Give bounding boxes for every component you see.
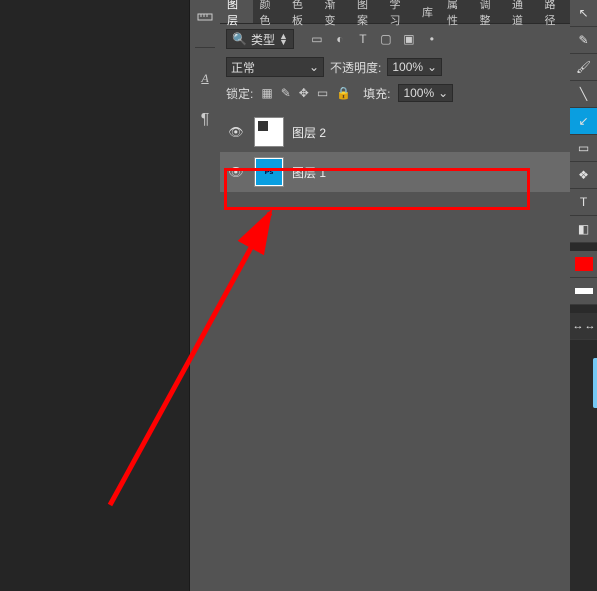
layer-row[interactable]: 👁 Ps 图层 1 <box>220 152 570 192</box>
tab-8[interactable]: 调整 <box>473 0 506 23</box>
chevron-down-icon: ⌄ <box>438 86 448 100</box>
tab-1[interactable]: 颜色 <box>253 0 286 23</box>
rect-tool[interactable]: ▭ <box>570 135 597 162</box>
lock-row: 锁定: ▦ ✎ ✥ ▭ 🔒 填充: 100% ⌄ <box>220 80 570 106</box>
pencil-tool[interactable]: ✎ <box>570 27 597 54</box>
filter-icon-3[interactable]: ▢ <box>379 32 393 46</box>
glyph-a-icon[interactable]: A <box>195 66 215 90</box>
text-tool[interactable]: T <box>570 189 597 216</box>
layer-name[interactable]: 图层 1 <box>292 164 326 181</box>
fill-label: 填充: <box>363 85 390 102</box>
visibility-eye-icon[interactable]: 👁 <box>226 122 246 142</box>
layer-thumbnail[interactable]: Ps <box>254 157 284 187</box>
lock-icons: ▦ ✎ ✥ ▭ 🔒 <box>261 86 351 100</box>
chevron-down-icon: ⌄ <box>427 60 437 74</box>
tab-5[interactable]: 学习 <box>383 0 416 23</box>
tab-0[interactable]: 图层 <box>220 0 253 23</box>
tab-10[interactable]: 路径 <box>538 0 571 23</box>
layers-panel: 图层颜色色板渐变图案学习库属性调整通道路径 🔍 类型 ▲▼ ▭ ◐ T ▢ ▣ • 正常 … <box>220 0 570 591</box>
lock-icon-1[interactable]: ✎ <box>281 86 291 100</box>
brush-tool[interactable]: 🖌 <box>570 54 597 81</box>
blend-row: 正常 ⌄ 不透明度: 100% ⌄ <box>220 54 570 80</box>
filter-icon-1[interactable]: ◐ <box>333 32 347 46</box>
tab-4[interactable]: 图案 <box>350 0 383 23</box>
visibility-eye-icon[interactable]: 👁 <box>226 162 246 182</box>
fg-color-swatch[interactable] <box>570 251 597 278</box>
canvas-area[interactable] <box>0 0 190 591</box>
layer-thumbnail[interactable] <box>254 117 284 147</box>
filter-icon-0[interactable]: ▭ <box>310 32 324 46</box>
opacity-label: 不透明度: <box>330 59 381 76</box>
layers-list: 👁 图层 2 👁 Ps 图层 1 <box>220 112 570 192</box>
line-tool[interactable]: ╲ <box>570 81 597 108</box>
panel-tabs: 图层颜色色板渐变图案学习库属性调整通道路径 <box>220 0 570 24</box>
tab-3[interactable]: 渐变 <box>318 0 351 23</box>
filter-icon-2[interactable]: T <box>356 32 370 46</box>
tab-7[interactable]: 属性 <box>440 0 473 23</box>
type-filter-dropdown[interactable]: 🔍 类型 ▲▼ <box>226 29 294 49</box>
arrow-tool[interactable]: ↙ <box>570 108 597 135</box>
blend-mode-dropdown[interactable]: 正常 ⌄ <box>226 57 324 77</box>
collapse-handle[interactable] <box>593 358 597 408</box>
cursor-tool[interactable]: ↖ <box>570 0 597 27</box>
caret-icon: ▲▼ <box>279 33 288 45</box>
shapes-tool[interactable]: ❖ <box>570 162 597 189</box>
fill-value: 100% <box>403 86 434 100</box>
lock-icon-3[interactable]: ▭ <box>317 86 328 100</box>
opacity-input[interactable]: 100% ⌄ <box>387 58 442 76</box>
opacity-value: 100% <box>392 60 423 74</box>
lock-icon-4[interactable]: 🔒 <box>336 86 351 100</box>
layer-row[interactable]: 👁 图层 2 <box>220 112 570 152</box>
chevron-down-icon: ⌄ <box>309 60 319 74</box>
filter-icons: ▭ ◐ T ▢ ▣ • <box>310 32 439 46</box>
para-icon[interactable]: ¶ <box>195 108 215 132</box>
tab-6[interactable]: 库 <box>415 0 440 23</box>
type-filter-label: 类型 <box>251 31 275 48</box>
right-toolbar: ↖✎🖌╲↙▭❖T◧ ↔ ↔ <box>570 0 597 340</box>
filter-icon-5[interactable]: • <box>425 32 439 46</box>
flip-tool[interactable]: ↔ ↔ <box>570 313 597 340</box>
mid-tool-column: A ¶ <box>190 0 220 591</box>
lock-icon-0[interactable]: ▦ <box>261 86 272 100</box>
blend-mode-value: 正常 <box>231 59 255 76</box>
lock-label: 锁定: <box>226 85 253 102</box>
filter-icon-4[interactable]: ▣ <box>402 32 416 46</box>
ruler-icon[interactable] <box>195 5 215 29</box>
tab-2[interactable]: 色板 <box>285 0 318 23</box>
bg-color-swatch[interactable] <box>570 278 597 305</box>
eraser-tool[interactable]: ◧ <box>570 216 597 243</box>
layer-name[interactable]: 图层 2 <box>292 124 326 141</box>
lock-icon-2[interactable]: ✥ <box>299 86 309 100</box>
tab-9[interactable]: 通道 <box>505 0 538 23</box>
fill-input[interactable]: 100% ⌄ <box>398 84 453 102</box>
search-icon: 🔍 <box>232 32 247 46</box>
filter-row: 🔍 类型 ▲▼ ▭ ◐ T ▢ ▣ • <box>220 24 570 54</box>
